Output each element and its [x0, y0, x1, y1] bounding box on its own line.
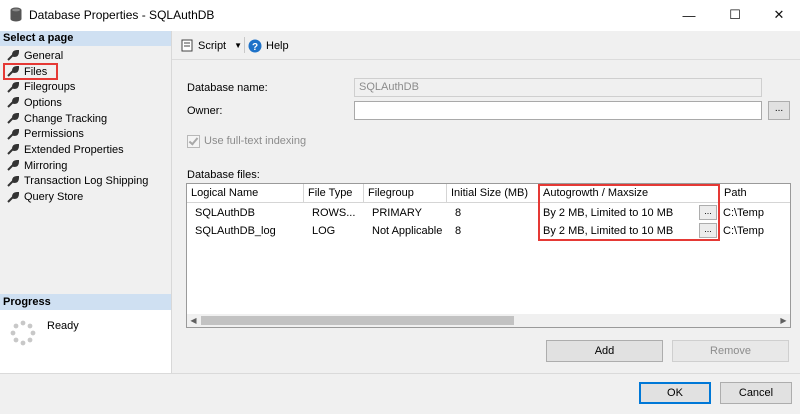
- cell-path[interactable]: C:\Temp: [720, 222, 790, 240]
- page-item-permissions[interactable]: Permissions: [0, 126, 171, 142]
- maximize-icon: ☐: [729, 7, 741, 22]
- svg-text:?: ?: [252, 42, 258, 53]
- wrench-icon: [7, 50, 19, 62]
- close-button[interactable]: ✕: [756, 0, 800, 30]
- scroll-right-icon[interactable]: ▶: [777, 314, 790, 327]
- toolbar-separator: [244, 37, 245, 53]
- page-item-files[interactable]: Files: [0, 62, 171, 80]
- database-files-grid[interactable]: Logical Name File Type Filegroup Initial…: [186, 183, 791, 328]
- progress-spinner-icon: [10, 320, 36, 346]
- script-button[interactable]: Script ▼: [180, 39, 242, 52]
- page-item-filegroups[interactable]: Filegroups: [0, 79, 171, 95]
- page-item-label: Extended Properties: [24, 143, 124, 156]
- chevron-down-icon[interactable]: ▼: [234, 41, 242, 50]
- cell-file-type[interactable]: LOG: [304, 222, 364, 240]
- close-icon: ✕: [773, 7, 785, 22]
- select-page-pane: Select a page General Files Filegroups O…: [0, 31, 172, 373]
- database-name-label: Database name:: [187, 82, 268, 94]
- column-header-filegroup[interactable]: Filegroup: [364, 184, 447, 203]
- page-item-label: Options: [24, 96, 62, 109]
- files-page: Database name: SQLAuthDB Owner: ... Use …: [172, 60, 800, 373]
- add-button[interactable]: Add: [546, 340, 663, 362]
- fulltext-checkbox: [187, 135, 200, 148]
- horizontal-scrollbar[interactable]: ◀ ▶: [187, 314, 790, 327]
- title-bar: Database Properties - SQLAuthDB — ☐ ✕: [0, 0, 800, 30]
- database-icon: [10, 7, 22, 22]
- cell-path[interactable]: C:\Temp: [720, 204, 790, 222]
- cell-logical-name[interactable]: SQLAuthDB: [187, 204, 304, 222]
- select-page-header: Select a page: [0, 31, 171, 46]
- column-header-initial-size[interactable]: Initial Size (MB): [447, 184, 539, 203]
- help-button[interactable]: ? Help: [248, 39, 289, 53]
- autogrowth-highlight: [538, 184, 720, 241]
- page-item-label: General: [24, 49, 64, 62]
- page-item-mirroring[interactable]: Mirroring: [0, 158, 171, 174]
- cell-logical-name[interactable]: SQLAuthDB_log: [187, 222, 304, 240]
- page-item-transaction-log-shipping[interactable]: Transaction Log Shipping: [0, 174, 171, 190]
- wrench-icon: [7, 191, 19, 203]
- scroll-left-icon[interactable]: ◀: [187, 314, 200, 327]
- page-item-general[interactable]: General: [0, 48, 171, 64]
- page-item-label: Permissions: [24, 128, 84, 141]
- remove-button: Remove: [672, 340, 789, 362]
- owner-label: Owner:: [187, 105, 223, 117]
- wrench-icon: [7, 175, 19, 187]
- page-item-options[interactable]: Options: [0, 95, 171, 111]
- wrench-icon: [7, 144, 19, 156]
- ok-button[interactable]: OK: [639, 382, 711, 404]
- page-item-label: Mirroring: [24, 159, 68, 172]
- script-icon: [181, 39, 193, 52]
- cancel-button[interactable]: Cancel: [720, 382, 792, 404]
- page-item-label: Filegroups: [24, 81, 76, 94]
- page-item-query-store[interactable]: Query Store: [0, 189, 171, 205]
- page-item-label: Query Store: [24, 191, 84, 204]
- wrench-icon: [7, 97, 19, 109]
- database-name-field: SQLAuthDB: [354, 78, 762, 97]
- grid-body: Logical Name File Type Filegroup Initial…: [187, 184, 790, 314]
- dialog-footer: OK Cancel: [0, 373, 800, 414]
- scrollbar-thumb[interactable]: [201, 316, 514, 325]
- column-header-path[interactable]: Path: [720, 184, 790, 203]
- minimize-icon: —: [682, 7, 696, 23]
- progress-header: Progress: [0, 294, 171, 310]
- cell-file-type[interactable]: ROWS...: [304, 204, 364, 222]
- progress-area: Ready: [0, 310, 171, 373]
- selection-highlight: [3, 62, 58, 80]
- owner-field[interactable]: [354, 101, 762, 120]
- help-label: Help: [266, 40, 289, 52]
- toolbar: Script ▼ ? Help: [172, 31, 800, 60]
- page-item-label: Change Tracking: [24, 112, 108, 125]
- page-item-extended-properties[interactable]: Extended Properties: [0, 142, 171, 158]
- window-title: Database Properties - SQLAuthDB: [29, 8, 215, 22]
- database-files-label: Database files:: [187, 169, 260, 181]
- column-header-file-type[interactable]: File Type: [304, 184, 364, 203]
- script-label: Script: [198, 39, 227, 52]
- wrench-icon: [7, 81, 19, 93]
- wrench-icon: [7, 128, 19, 140]
- column-header-logical-name[interactable]: Logical Name: [187, 184, 304, 203]
- cell-filegroup[interactable]: PRIMARY: [364, 204, 447, 222]
- minimize-button[interactable]: —: [666, 0, 712, 30]
- cell-filegroup[interactable]: Not Applicable: [364, 222, 447, 240]
- owner-browse-button[interactable]: ...: [768, 101, 790, 120]
- checkmark-icon: [188, 135, 199, 146]
- page-item-label: Transaction Log Shipping: [24, 175, 149, 188]
- page-item-change-tracking[interactable]: Change Tracking: [0, 111, 171, 127]
- wrench-icon: [7, 113, 19, 124]
- help-icon: ?: [248, 39, 262, 53]
- fulltext-label: Use full-text indexing: [204, 135, 307, 147]
- progress-status: Ready: [47, 320, 79, 332]
- page-list: General Files Filegroups Options Change …: [0, 46, 171, 205]
- maximize-button[interactable]: ☐: [712, 0, 758, 30]
- cell-initial-size[interactable]: 8: [447, 222, 539, 240]
- cell-initial-size[interactable]: 8: [447, 204, 539, 222]
- wrench-icon: [7, 160, 19, 171]
